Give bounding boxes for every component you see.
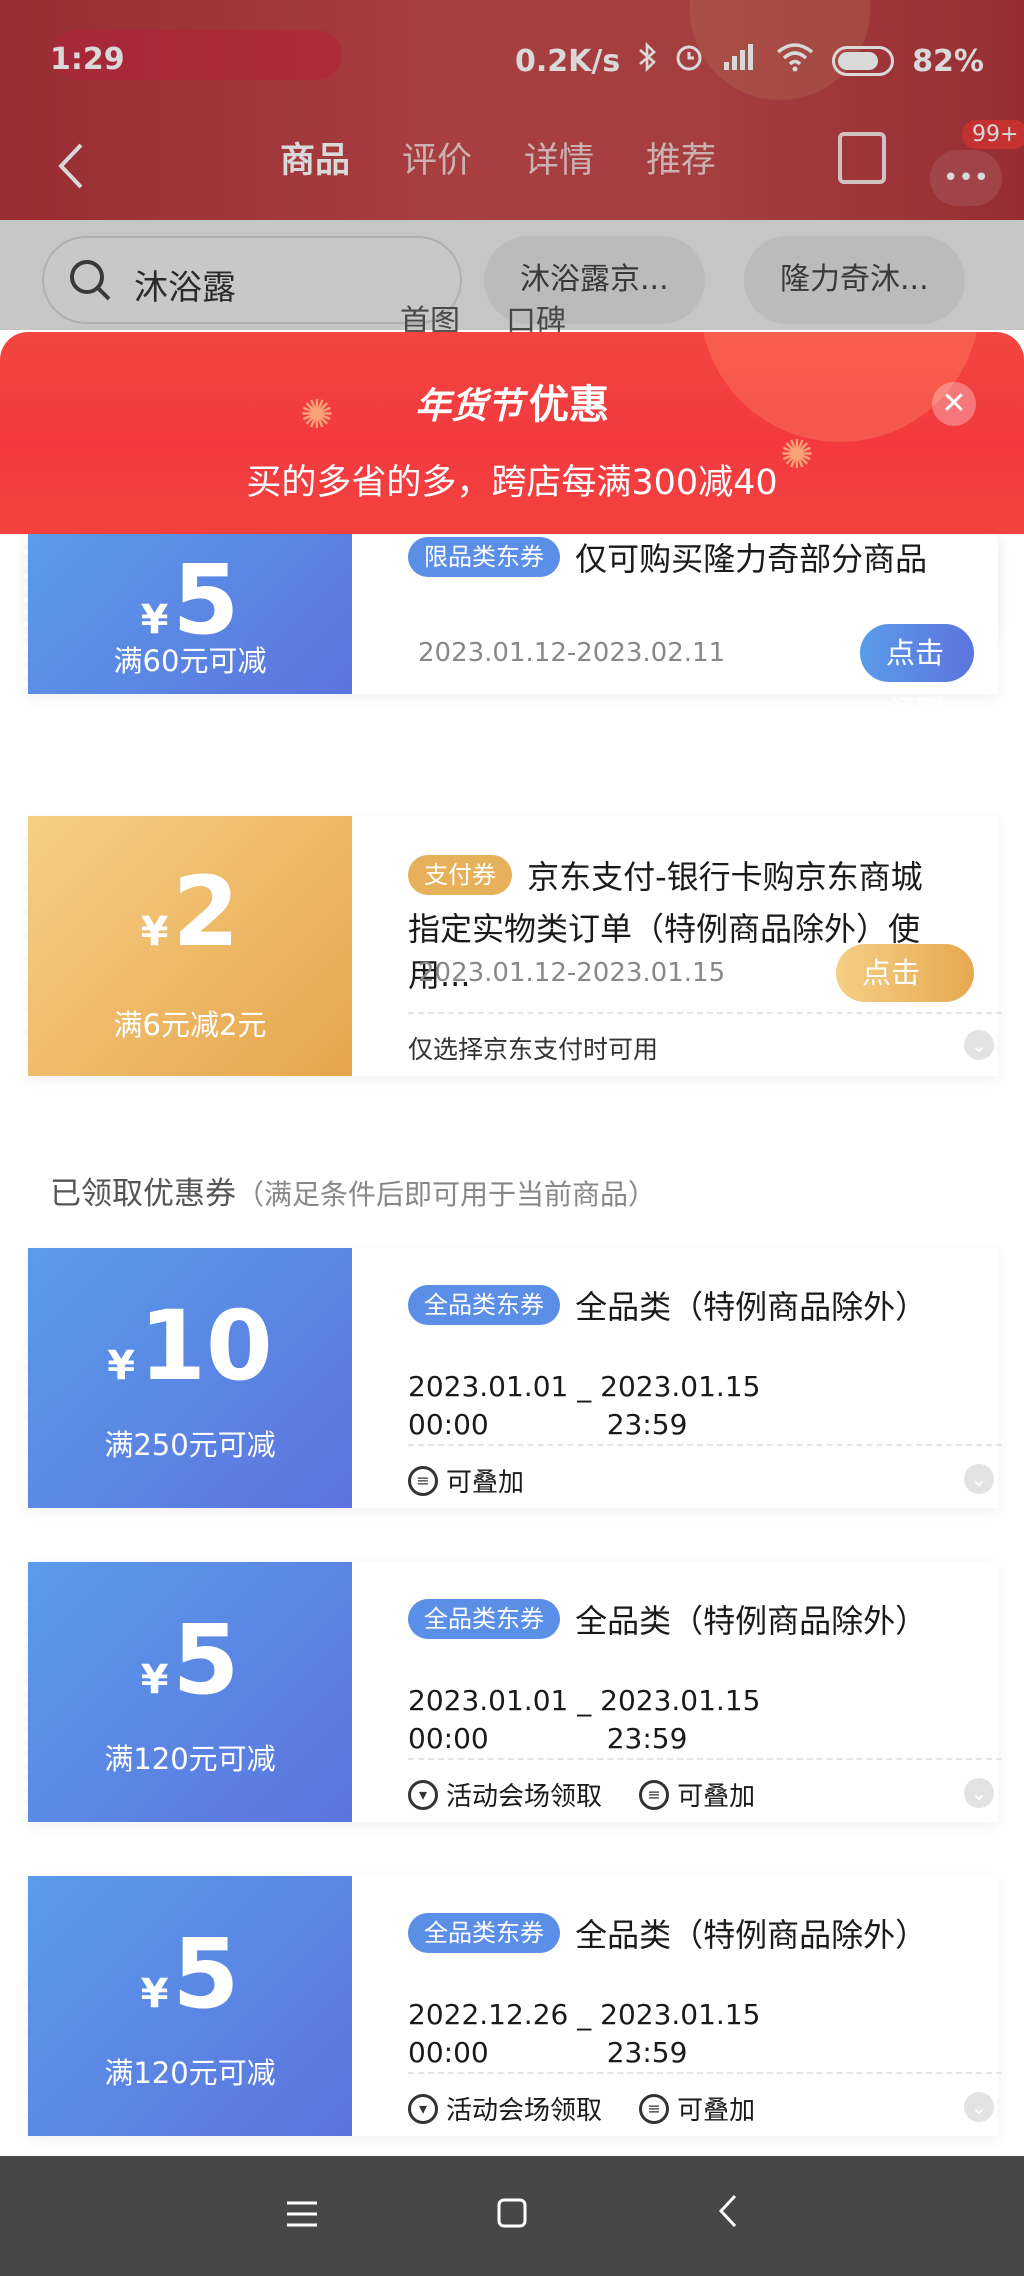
end-time: 23:59: [606, 1722, 688, 1755]
section-title: 已领取优惠券: [50, 1176, 236, 1212]
coupon-condition: 满120元可减: [104, 2056, 276, 2090]
coupon-card: ¥10 满250元可减 全品类东券 全品类（特例商品除外） 2023.01.01…: [24, 1248, 1002, 1508]
venue-icon: ▾: [408, 1779, 438, 1810]
system-nav-bar: [0, 2156, 1024, 2276]
stack-icon: ≡: [639, 1779, 670, 1810]
end-time: 23:59: [606, 2036, 688, 2069]
start-date: 2023.01.01: [408, 1684, 569, 1717]
coupon-condition: 满6元减2元: [113, 1008, 267, 1042]
coupon-features: ▾ 活动会场领取 ≡ 可叠加: [408, 2090, 787, 2127]
coupon-info: 全品类东券 全品类（特例商品除外） 2023.01.01 _ 2023.01.1…: [380, 1562, 1002, 1822]
expand-icon[interactable]: ⌄: [964, 1030, 994, 1060]
festival-logo: 年货节: [414, 386, 523, 427]
start-time: 00:00: [408, 2036, 489, 2069]
modal-overlay[interactable]: [0, 0, 1024, 330]
dashed-divider: [408, 1758, 1002, 1760]
coupon-date: 2023.01.12-2023.01.15: [418, 958, 726, 988]
start-time: 00:00: [408, 1722, 489, 1755]
coupon-card: ¥5 满120元可减 全品类东券 全品类（特例商品除外） 2022.12.26 …: [24, 1876, 1002, 2136]
coupon-title: 京东支付-银行卡购京东商城: [527, 858, 923, 896]
coupon-amount: ¥5: [140, 1604, 240, 1716]
end-date: 2023.01.15: [600, 1684, 761, 1717]
claimed-section-label: 已领取优惠券（满足条件后即可用于当前商品）: [50, 1168, 656, 1213]
coupon-card: ¥2 满6元减2元 支付券 京东支付-银行卡购京东商城 指定实物类订单（特例商品…: [24, 816, 1002, 1076]
coupon-validity: 2022.12.26 _ 2023.01.15 00:00 23:59: [408, 1998, 761, 2069]
coupon-condition: 满250元可减: [104, 1428, 276, 1462]
coupon-amount: ¥2: [140, 856, 240, 968]
coupon-info: 支付券 京东支付-银行卡购京东商城 指定实物类订单（特例商品除外）使用... 2…: [380, 816, 1002, 1076]
coupon-features: ≡ 可叠加: [408, 1462, 556, 1499]
sheet-title: 年货节 优惠: [0, 372, 1024, 430]
coupon-card: ¥5 满120元可减 全品类东券 全品类（特例商品除外） 2023.01.01 …: [24, 1562, 1002, 1822]
coupon-card: ¥5 满60元可减 限品类东券 仅可购买隆力奇部分商品 2023.01.12-2…: [24, 534, 998, 728]
close-icon[interactable]: ✕: [932, 382, 976, 426]
home-icon[interactable]: [482, 2186, 542, 2246]
expand-icon[interactable]: ⌄: [964, 1464, 994, 1494]
venue-feature: ▾ 活动会场领取: [408, 1776, 602, 1813]
venue-icon: ▾: [408, 2093, 438, 2124]
coupon-title: 仅可购买隆力奇部分商品: [575, 540, 928, 578]
stack-icon: ≡: [639, 2093, 670, 2124]
coupon-note: 仅选择京东支付时可用: [408, 1035, 659, 1064]
dashed-divider: [408, 2072, 1002, 2074]
title-text: 优惠: [529, 382, 609, 428]
coupon-title: 全品类（特例商品除外）: [575, 1916, 928, 1954]
coupon-tag: 全品类东券: [408, 1913, 560, 1953]
coupon-features: ▾ 活动会场领取 ≡ 可叠加: [408, 1776, 787, 1813]
dashed-divider: [408, 1444, 1002, 1446]
sheet-subtitle: 买的多省的多，跨店每满300减40: [246, 463, 778, 503]
start-date: 2023.01.01: [408, 1370, 569, 1403]
stackable-feature: ≡ 可叠加: [408, 1462, 524, 1499]
coupon-value-panel: ¥5 满120元可减: [24, 1562, 352, 1822]
coupon-sheet: ✺ ✺ 年货节 优惠 买的多省的多，跨店每满300减40 ✕ ¥5 满60元可减 …: [0, 332, 1024, 2156]
coupon-validity: 2023.01.01 _ 2023.01.15 00:00 23:59: [408, 1370, 761, 1441]
section-hint: （满足条件后即可用于当前商品）: [236, 1178, 657, 1211]
dashed-divider: [408, 1012, 1002, 1014]
coupon-title: 全品类（特例商品除外）: [575, 1602, 928, 1640]
end-date: 2023.01.15: [600, 1998, 761, 2031]
coupon-value-panel: ¥5 满120元可减: [24, 1876, 352, 2136]
menu-icon[interactable]: [272, 2186, 332, 2246]
coupon-tag: 限品类东券: [408, 537, 560, 577]
coupon-value-panel: ¥5 满60元可减: [24, 534, 352, 694]
sheet-header: ✺ ✺ 年货节 优惠 买的多省的多，跨店每满300减40 ✕: [0, 332, 1024, 534]
stackable-feature: ≡ 可叠加: [639, 2090, 755, 2127]
expand-icon[interactable]: ⌄: [964, 1778, 994, 1808]
start-date: 2022.12.26: [408, 1998, 569, 2031]
claim-button[interactable]: 点击领取: [860, 624, 974, 728]
coupon-amount: ¥5: [140, 1918, 240, 2030]
coupon-condition: 满60元可减: [113, 644, 267, 678]
claim-button[interactable]: 点击领取: [836, 944, 974, 1048]
coupon-info: 全品类东券 全品类（特例商品除外） 2023.01.01 _ 2023.01.1…: [380, 1248, 1002, 1508]
coupon-value-panel: ¥2 满6元减2元: [24, 816, 352, 1076]
stackable-feature: ≡ 可叠加: [639, 1776, 755, 1813]
end-date: 2023.01.15: [600, 1370, 761, 1403]
coupon-tag: 支付券: [408, 855, 512, 895]
coupon-condition: 满120元可减: [104, 1742, 276, 1776]
coupon-info: 全品类东券 全品类（特例商品除外） 2022.12.26 _ 2023.01.1…: [380, 1876, 1002, 2136]
stack-icon: ≡: [408, 1465, 438, 1496]
coupon-title: 全品类（特例商品除外）: [575, 1288, 928, 1326]
expand-icon[interactable]: ⌄: [964, 2092, 994, 2122]
coupon-tag: 全品类东券: [408, 1285, 560, 1325]
end-time: 23:59: [606, 1408, 688, 1441]
coupon-validity: 2023.01.01 _ 2023.01.15 00:00 23:59: [408, 1684, 761, 1755]
coupon-value-panel: ¥10 满250元可减: [24, 1248, 352, 1508]
start-time: 00:00: [408, 1408, 489, 1441]
coupon-amount: ¥10: [107, 1290, 273, 1402]
back-nav-icon[interactable]: [698, 2186, 758, 2246]
coupon-tag: 全品类东券: [408, 1599, 560, 1639]
coupon-date: 2023.01.12-2023.02.11: [418, 638, 726, 668]
coupon-info: 限品类东券 仅可购买隆力奇部分商品 2023.01.12-2023.02.11 …: [380, 534, 974, 728]
venue-feature: ▾ 活动会场领取: [408, 2090, 602, 2127]
